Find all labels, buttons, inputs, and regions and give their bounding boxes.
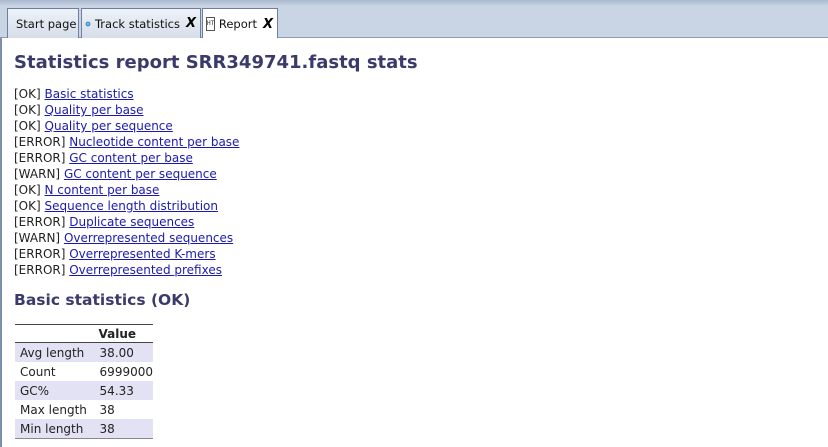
module-link[interactable]: Overrepresented K-mers bbox=[69, 247, 215, 261]
module-status: [OK] bbox=[14, 183, 41, 197]
module-link[interactable]: Sequence length distribution bbox=[45, 199, 218, 213]
row-value: 38.00 bbox=[94, 342, 153, 362]
module-item: [OK] Basic statistics bbox=[14, 86, 239, 102]
module-status: [OK] bbox=[14, 87, 41, 101]
section-heading-basic-statistics: Basic statistics (OK) bbox=[14, 291, 191, 309]
row-label: Max length bbox=[20, 402, 87, 417]
module-item: [ERROR] Overrepresented prefixes bbox=[14, 262, 239, 278]
module-status: [WARN] bbox=[14, 167, 61, 181]
row-label: GC% bbox=[15, 381, 95, 400]
module-item: [OK] Quality per sequence bbox=[14, 118, 239, 134]
report-view: Statistics report SRR349741.fastq stats … bbox=[0, 38, 828, 447]
column-header-value: Value bbox=[94, 324, 153, 343]
module-status: [OK] bbox=[14, 119, 41, 133]
module-status: [OK] bbox=[14, 103, 41, 117]
html-file-icon: HTML bbox=[206, 17, 215, 31]
module-status: [ERROR] bbox=[14, 247, 66, 261]
tab-label: Report bbox=[218, 17, 257, 31]
module-item: [WARN] GC content per sequence bbox=[14, 166, 239, 182]
module-item: [WARN] Overrepresented sequences bbox=[14, 230, 239, 246]
module-status: [ERROR] bbox=[14, 263, 66, 277]
tab-strip: Start page Track statistics X HTML Repor… bbox=[0, 0, 828, 39]
module-item: [ERROR] GC content per base bbox=[14, 150, 239, 166]
module-item: [ERROR] Nucleotide content per base bbox=[14, 134, 239, 150]
row-value: 38 bbox=[94, 419, 153, 439]
module-link[interactable]: Duplicate sequences bbox=[69, 215, 194, 229]
module-status: [OK] bbox=[14, 199, 41, 213]
module-link[interactable]: Overrepresented prefixes bbox=[69, 263, 222, 277]
module-list: [OK] Basic statistics [OK] Quality per ba… bbox=[14, 86, 239, 278]
module-item: [OK] Sequence length distribution bbox=[14, 198, 239, 214]
row-value: 38 bbox=[99, 402, 115, 417]
module-item: [ERROR] Overrepresented K-mers bbox=[14, 246, 239, 262]
report-title: Statistics report SRR349741.fastq stats bbox=[14, 52, 418, 73]
module-status: [WARN] bbox=[14, 231, 61, 245]
tab-label: Start page bbox=[16, 16, 77, 31]
module-link[interactable]: Quality per base bbox=[45, 103, 144, 117]
table-header-row: Value bbox=[15, 324, 153, 343]
module-link[interactable]: GC content per base bbox=[69, 151, 193, 165]
module-item: [OK] Quality per base bbox=[14, 102, 239, 118]
table-row: Max length 38 bbox=[15, 400, 153, 419]
close-tab-button[interactable]: X bbox=[263, 17, 277, 32]
module-link[interactable]: N content per base bbox=[45, 183, 160, 197]
table-row: Count 6999000 bbox=[15, 362, 153, 381]
row-label: Count bbox=[20, 364, 56, 379]
tab-label: Track statistics bbox=[94, 16, 180, 31]
tab-strip-header bbox=[0, 0, 828, 6]
module-item: [ERROR] Duplicate sequences bbox=[14, 214, 239, 230]
close-tab-button[interactable]: X bbox=[186, 16, 200, 31]
row-label: Min length bbox=[15, 419, 95, 439]
module-item: [OK] N content per base bbox=[14, 182, 239, 198]
module-status: [ERROR] bbox=[14, 151, 66, 165]
tab-start-page[interactable]: Start page bbox=[7, 8, 79, 38]
module-link[interactable]: Overrepresented sequences bbox=[64, 231, 233, 245]
basic-statistics-table: Value Avg length 38.00 Count 6999000 GC%… bbox=[15, 324, 153, 439]
module-link[interactable]: Basic statistics bbox=[45, 87, 134, 101]
column-header-label bbox=[15, 324, 95, 343]
module-link[interactable]: GC content per sequence bbox=[64, 167, 217, 181]
table-row: GC% 54.33 bbox=[15, 381, 153, 400]
module-link[interactable]: Quality per sequence bbox=[45, 119, 173, 133]
tab-report[interactable]: HTML Report X bbox=[202, 8, 278, 39]
row-label: Avg length bbox=[15, 342, 95, 362]
module-link[interactable]: Nucleotide content per base bbox=[69, 135, 239, 149]
row-value: 54.33 bbox=[94, 381, 153, 400]
module-status: [ERROR] bbox=[14, 135, 66, 149]
tab-track-statistics[interactable]: Track statistics X bbox=[81, 8, 201, 38]
table-row: Min length 38 bbox=[15, 419, 153, 439]
module-status: [ERROR] bbox=[14, 215, 66, 229]
row-value: 6999000 bbox=[99, 364, 153, 379]
table-row: Avg length 38.00 bbox=[15, 342, 153, 362]
